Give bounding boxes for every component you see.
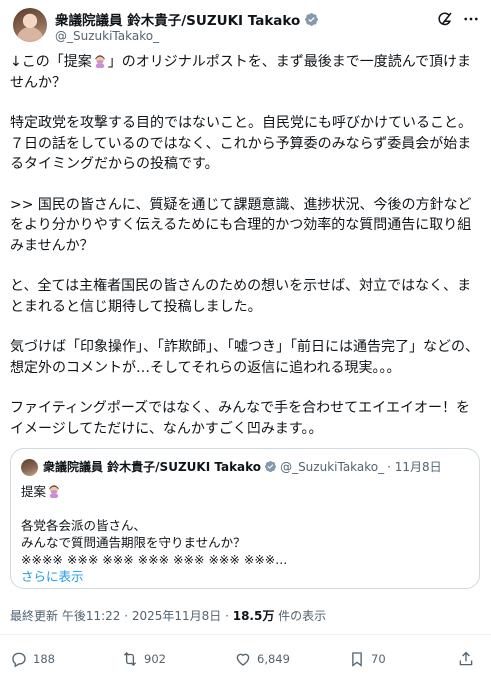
verified-icon [265, 460, 277, 473]
bookmark-icon [352, 652, 362, 667]
post-text: ↓この「提案 」のオリジナルポストを、まず最後まで一度読んで頂けませんか？ 特定政… [10, 52, 482, 459]
quoted-avatar [21, 459, 38, 476]
post-paragraph-5: 気づけば「印象操作」、「詐欺師」、「嘘つき」「前日には通告完了」などの、想定外の… [10, 339, 479, 376]
post-paragraph-2: 特定政党を攻撃する目的ではないこと。自民党にも呼びかけていること。７日の話をして… [10, 115, 472, 172]
post-meta: 最終更新 午後11:22 · 2025年11月8日 · 18.5万 件の表示 [10, 607, 326, 624]
quoted-line-1: 提案 [21, 483, 471, 500]
grok-icon[interactable] [436, 10, 454, 28]
like-count: 6,849 [257, 652, 290, 666]
reply-button[interactable]: 188 [10, 650, 55, 668]
quoted-text: 提案 各党各会派の皆さん、 みんなで質問通告期限を守りませんか？ ※※※※ ※※… [21, 483, 471, 585]
quoted-header: 衆議院議員 鈴木貴子/SUZUKI Takako @_SuzukiTakako_… [43, 458, 442, 475]
verified-icon [305, 12, 319, 26]
facepalm-emoji [49, 485, 59, 498]
quoted-line-3: みんなで質問通告期限を守りませんか？ [21, 535, 246, 550]
repost-icon [123, 652, 137, 666]
quoted-display-name: 衆議院議員 鈴木貴子/SUZUKI Takako [43, 460, 262, 474]
post-paragraph-1-start: ↓この「提案 [10, 54, 92, 70]
quoted-handle: @_SuzukiTakako_ [280, 459, 385, 474]
quoted-blank-line [21, 500, 471, 517]
post-paragraph-6: ファイティングポーズではなく、みんなで手を合わせてエイエイオー！をイメージしてた… [10, 400, 471, 437]
post-paragraph-1: ↓この「提案 」のオリジナルポストを、まず最後まで一度読んで頂けませんか？ [10, 52, 482, 93]
quoted-line-4: ※※※※ ※※※ ※※※ ※※※ ※※※ ※※※ ※※※... [21, 552, 288, 567]
bookmark-count: 70 [371, 652, 386, 666]
author-name-row[interactable]: 衆議院議員 鈴木貴子/SUZUKI Takako [55, 9, 319, 29]
share-button[interactable] [457, 650, 475, 668]
divider [0, 634, 491, 635]
avatar[interactable] [13, 8, 47, 42]
reply-icon [12, 652, 26, 668]
bookmark-button[interactable]: 70 [348, 650, 386, 668]
share-icon [459, 651, 473, 666]
author-handle[interactable]: @_SuzukiTakako_ [55, 29, 159, 43]
quoted-line-1-text: 提案 [21, 484, 47, 499]
view-count-label: 件の表示 [274, 609, 327, 623]
repost-count: 902 [144, 652, 166, 666]
reply-count: 188 [33, 652, 55, 666]
post-paragraph-3: >> 国民の皆さんに、質疑を通じて課題意識、進捗状況、今後の方針などをより分かり… [10, 196, 472, 254]
more-icon[interactable] [462, 10, 480, 28]
post-header: 衆議院議員 鈴木貴子/SUZUKI Takako @_SuzukiTakako_ [0, 0, 491, 52]
view-count: 18.5万 [232, 609, 275, 623]
quoted-date: · 11月8日 [387, 460, 442, 474]
author-display-name[interactable]: 衆議院議員 鈴木貴子/SUZUKI Takako [55, 9, 300, 29]
like-button[interactable]: 6,849 [234, 650, 290, 668]
repost-button[interactable]: 902 [121, 650, 166, 668]
post-timestamp[interactable]: 最終更新 午後11:22 · 2025年11月8日 · [10, 609, 233, 623]
show-more-link[interactable]: さらに表示 [21, 568, 471, 585]
quoted-line-2: 各党各会派の皆さん、 [21, 518, 147, 533]
like-icon [236, 653, 250, 666]
quoted-post[interactable]: 衆議院議員 鈴木貴子/SUZUKI Takako @_SuzukiTakako_… [10, 448, 480, 589]
facepalm-emoji [95, 55, 105, 68]
post-paragraph-4: と、全ては主権者国民の皆さんのための想いを示せば、対立ではなく、まとまれると信じ… [10, 278, 472, 315]
action-bar: 188 902 6,849 70 [0, 645, 491, 673]
